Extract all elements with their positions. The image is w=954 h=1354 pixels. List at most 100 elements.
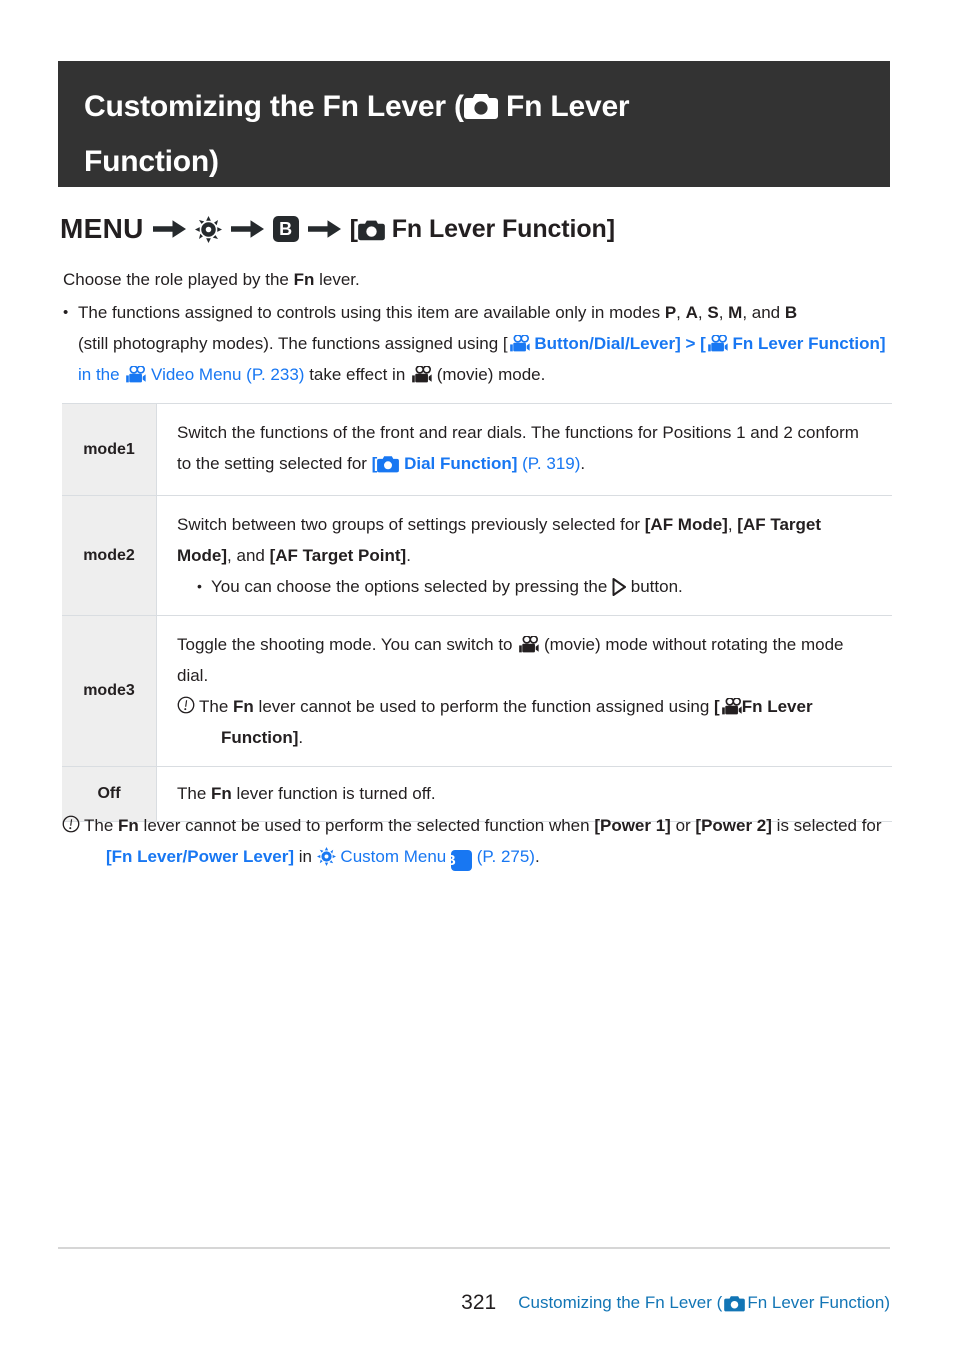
mode-sep: , — [697, 303, 708, 322]
page-title: Customizing the Fn Lever ( Fn Lever Func… — [84, 79, 864, 189]
movie-camera-icon — [517, 636, 539, 654]
table-row: mode3 Toggle the shooting mode. You can … — [62, 616, 892, 767]
note-bold-fn: Fn — [118, 816, 139, 835]
mode3-note-end: . — [298, 728, 304, 747]
link-fn-lever-function[interactable]: Fn Lever Function] — [728, 334, 886, 353]
caution-note: The Fn lever cannot be used to perform t… — [177, 691, 874, 753]
arrow-right-icon — [230, 219, 264, 239]
page-caution-note-text: The Fn lever cannot be used to perform t… — [84, 810, 902, 872]
menu-tab-b-icon-blue: B — [445, 850, 472, 871]
intro-bold: Fn — [293, 270, 315, 289]
breadcrumb: MENU B [Fn Lever Function] — [60, 208, 910, 250]
mode-m: M — [728, 303, 743, 322]
page-title-banner: Customizing the Fn Lever ( Fn Lever Func… — [58, 61, 890, 187]
page-title-post: Fn Lever — [497, 90, 630, 123]
movie-camera-icon — [410, 366, 432, 384]
breadcrumb-target-label: Fn Lever Function] — [391, 214, 615, 243]
link-video-menu[interactable]: Video Menu (P. 233) — [146, 365, 304, 384]
bullet-text: The functions assigned to controls using… — [78, 297, 903, 390]
intro-pre: Choose the role played by the — [63, 270, 294, 289]
mode2-sub-text: You can choose the options selected by p… — [211, 571, 683, 602]
mode2-sub-a: You can choose the options selected by p… — [211, 577, 613, 596]
intro-post: lever. — [314, 270, 360, 289]
mode-p: P — [664, 303, 677, 322]
link-separator: > — [680, 334, 701, 353]
footer-divider — [58, 1247, 890, 1249]
mode-and: , and — [742, 303, 785, 322]
list-item: • You can choose the options selected by… — [177, 571, 874, 602]
movie-camera-icon — [720, 698, 742, 716]
link-custom-menu[interactable]: Custom Menu — [336, 847, 451, 866]
mode-sep: , — [676, 303, 686, 322]
bullet-seg3: in the — [78, 365, 125, 384]
camera-icon — [358, 219, 385, 241]
bullet-dot: • — [197, 578, 202, 594]
link-button-dial-lever[interactable]: Button/Dial/Lever] — [530, 334, 680, 353]
table-row-description: Switch between two groups of settings pr… — [157, 496, 892, 615]
bullet-seg2: (still photography modes). The functions… — [78, 334, 508, 353]
page-number: 321 — [461, 1291, 497, 1314]
list-item: • The functions assigned to controls usi… — [63, 297, 903, 390]
menu-tab-b-icon: B — [272, 216, 299, 242]
page-title-pre: Customizing the Fn Lever ( — [84, 90, 464, 123]
table-row-label: mode2 — [62, 496, 157, 615]
footer-breadcrumb-link[interactable]: Customizing the Fn Lever ( Fn Lever Func… — [518, 1293, 890, 1313]
sep: . — [406, 546, 411, 565]
note-pre: The — [84, 816, 119, 835]
link-dial-function[interactable]: Dial Function] — [399, 454, 517, 473]
mode2-text-a: Switch between two groups of settings pr… — [177, 515, 645, 534]
manual-page: Customizing the Fn Lever ( Fn Lever Func… — [0, 0, 954, 1354]
bullet-seg5: (movie) mode. — [432, 365, 546, 384]
off-text-b: lever function is turned off. — [231, 784, 436, 803]
breadcrumb-menu: MENU — [60, 213, 144, 244]
breadcrumb-bracket-open: [ — [349, 214, 358, 243]
breadcrumb-target: [ Fn Lever Function] — [350, 215, 615, 244]
gear-icon — [194, 215, 222, 243]
intro-bullet-list: • The functions assigned to controls usi… — [63, 297, 903, 390]
note-mid3: in — [294, 847, 317, 866]
page-ref-275[interactable]: (P. 275) — [472, 847, 535, 866]
table-row: mode2 Switch between two groups of setti… — [62, 496, 892, 616]
note-bold-power1: [Power 1] — [594, 816, 671, 835]
table-row: mode1 Switch the functions of the front … — [62, 404, 892, 496]
footer-link-post: Fn Lever Function) — [747, 1293, 890, 1312]
mode3-note-mid: lever cannot be used to perform the func… — [253, 697, 715, 716]
mode-a: A — [685, 303, 698, 322]
movie-camera-icon — [508, 335, 530, 353]
bullet-dot: • — [63, 304, 69, 321]
note-or: or — [670, 816, 696, 835]
caution-note-text: The Fn lever cannot be used to perform t… — [199, 691, 874, 753]
table-row-label: mode1 — [62, 404, 157, 495]
mode2-sub-b: button. — [626, 577, 683, 596]
mode2-bold-af-target-point: [AF Target Point] — [269, 546, 407, 565]
note-mid: lever cannot be used to perform the sele… — [138, 816, 595, 835]
page-footer: 321 Customizing the Fn Lever ( Fn Lever … — [58, 1291, 890, 1315]
sep: , — [727, 515, 738, 534]
options-table: mode1 Switch the functions of the front … — [62, 403, 892, 822]
page-title-line2: Function) — [84, 145, 219, 178]
sep: , and — [227, 546, 270, 565]
triangle-right-icon — [612, 578, 627, 596]
bullet-seg4: take effect in — [304, 365, 410, 384]
mode3-note-bold: Fn — [233, 697, 254, 716]
table-row-description: Toggle the shooting mode. You can switch… — [157, 616, 892, 766]
footer-link-pre: Customizing the Fn Lever ( — [518, 1293, 723, 1312]
mode-s: S — [707, 303, 719, 322]
mode3-note-pre: The — [199, 697, 234, 716]
link-fn-lever-power-lever[interactable]: [Fn Lever/Power Lever] — [106, 847, 294, 866]
camera-icon-blue — [377, 455, 400, 473]
movie-camera-icon — [706, 335, 728, 353]
arrow-right-icon — [152, 219, 186, 239]
camera-icon — [463, 92, 498, 120]
mode-sep: , — [718, 303, 729, 322]
table-row-description: Switch the functions of the front and re… — [157, 404, 892, 495]
table-row-label: mode3 — [62, 616, 157, 766]
camera-icon-blue — [724, 1295, 746, 1312]
note-bold-power2: [Power 2] — [695, 816, 772, 835]
off-text-a: The — [177, 784, 212, 803]
note-end: . — [534, 847, 540, 866]
page-ref-319[interactable]: (P. 319) — [517, 454, 580, 473]
mode3-text-a: Toggle the shooting mode. You can switch… — [177, 635, 518, 654]
mode1-text-b: . — [580, 454, 586, 473]
arrow-right-icon — [307, 219, 341, 239]
